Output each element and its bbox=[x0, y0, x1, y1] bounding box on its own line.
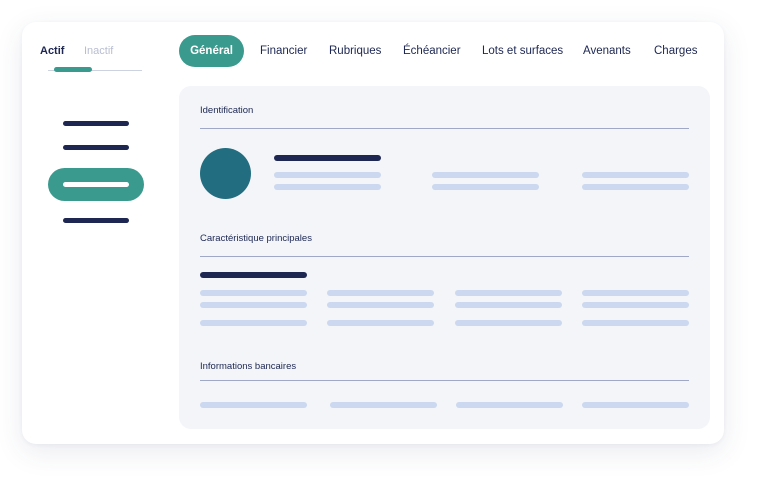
text-placeholder bbox=[455, 290, 562, 296]
text-placeholder bbox=[330, 402, 437, 408]
status-tab-inactive[interactable]: Inactif bbox=[84, 44, 113, 58]
section-divider bbox=[200, 256, 689, 257]
tab-avenants[interactable]: Avenants bbox=[583, 44, 631, 58]
sidebar-item-selected[interactable] bbox=[48, 168, 144, 201]
text-placeholder bbox=[200, 402, 307, 408]
tab-echeancier[interactable]: Échéancier bbox=[403, 44, 461, 58]
text-placeholder bbox=[200, 290, 307, 296]
sidebar-item-1[interactable] bbox=[63, 121, 129, 126]
sidebar-item-selected-line bbox=[63, 182, 129, 187]
text-placeholder bbox=[327, 320, 434, 326]
sidebar-item-2[interactable] bbox=[63, 145, 129, 150]
text-placeholder bbox=[200, 302, 307, 308]
text-placeholder bbox=[582, 302, 689, 308]
text-placeholder bbox=[582, 320, 689, 326]
section-title-identification: Identification bbox=[200, 105, 254, 116]
status-tab-active[interactable]: Actif bbox=[40, 44, 64, 58]
tab-financier[interactable]: Financier bbox=[260, 44, 307, 58]
text-placeholder bbox=[274, 172, 381, 178]
text-placeholder bbox=[455, 320, 562, 326]
tab-rubriques[interactable]: Rubriques bbox=[329, 44, 381, 58]
text-placeholder bbox=[327, 302, 434, 308]
text-placeholder bbox=[327, 290, 434, 296]
text-placeholder bbox=[432, 172, 539, 178]
status-indicator bbox=[54, 67, 92, 72]
tab-lots-surfaces[interactable]: Lots et surfaces bbox=[482, 44, 563, 58]
section-title-main-features: Caractéristique principales bbox=[200, 233, 312, 244]
section-title-bank-info: Informations bancaires bbox=[200, 361, 297, 372]
text-placeholder bbox=[432, 184, 539, 190]
text-placeholder bbox=[582, 290, 689, 296]
text-placeholder bbox=[582, 184, 689, 190]
tab-general[interactable]: Général bbox=[179, 35, 244, 67]
name-placeholder bbox=[274, 155, 381, 161]
section-divider bbox=[200, 128, 689, 129]
text-placeholder bbox=[455, 302, 562, 308]
heading-placeholder bbox=[200, 272, 307, 278]
text-placeholder bbox=[582, 402, 689, 408]
avatar bbox=[200, 148, 251, 199]
text-placeholder bbox=[274, 184, 381, 190]
section-divider bbox=[200, 380, 689, 381]
tab-charges[interactable]: Charges bbox=[654, 44, 697, 58]
status-toggle: Actif Inactif bbox=[40, 44, 162, 74]
content-panel bbox=[179, 86, 710, 429]
text-placeholder bbox=[582, 172, 689, 178]
text-placeholder bbox=[200, 320, 307, 326]
text-placeholder bbox=[456, 402, 563, 408]
sidebar-item-4[interactable] bbox=[63, 218, 129, 223]
